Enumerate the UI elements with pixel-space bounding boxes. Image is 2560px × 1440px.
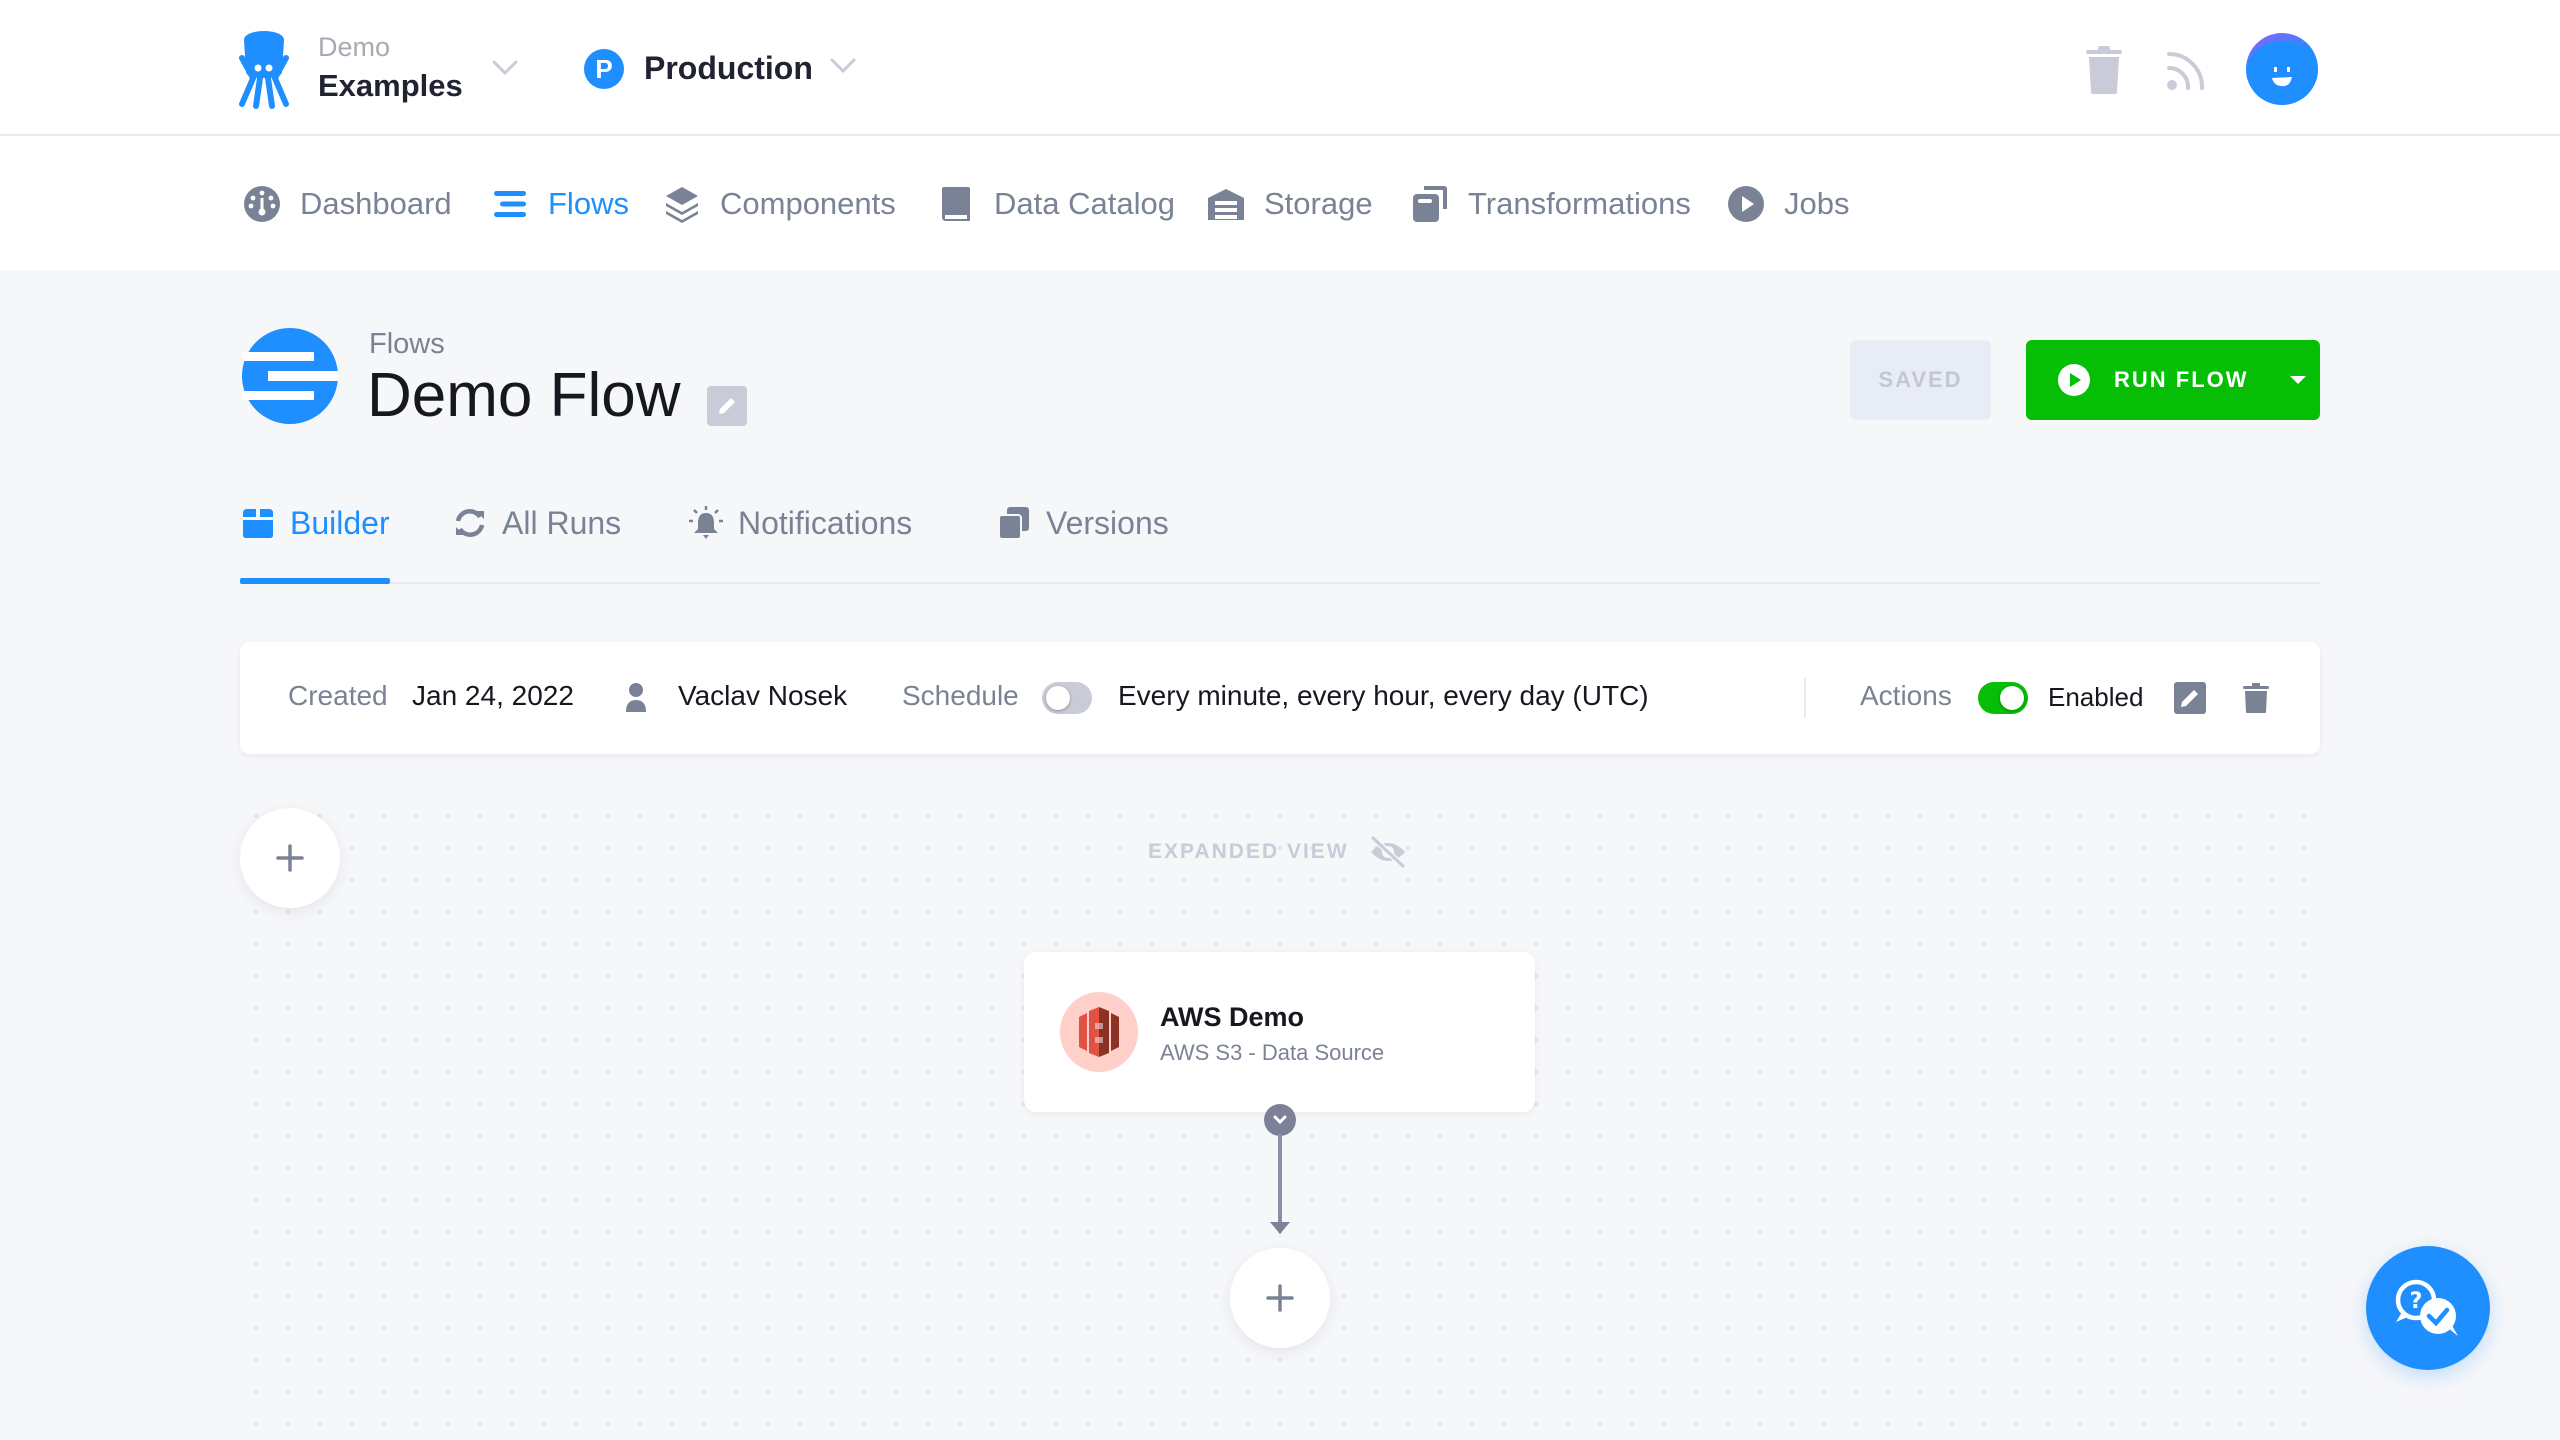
nav-label: Components — [720, 186, 896, 221]
nav-item-data-catalog[interactable]: Data Catalog — [936, 180, 1175, 228]
nav-label: Data Catalog — [994, 186, 1175, 221]
actions-label: Actions — [1860, 680, 1952, 711]
flow-node-card[interactable]: AWS Demo AWS S3 - Data Source — [1024, 952, 1535, 1112]
node-title: AWS Demo — [1160, 1002, 1305, 1032]
nav-item-flows[interactable]: Flows — [490, 180, 629, 228]
flows-bars-icon — [490, 184, 530, 224]
expanded-view-label: EXPANDED VIEW — [1148, 840, 1349, 863]
created-date: Jan 24, 2022 — [412, 680, 574, 711]
tab-label: Versions — [1046, 504, 1169, 541]
breadcrumb[interactable]: Flows — [369, 328, 445, 361]
nav-label: Dashboard — [300, 186, 452, 221]
flows-page-icon — [242, 328, 338, 424]
environment-name[interactable]: Production — [644, 50, 813, 87]
refresh-icon — [452, 505, 488, 541]
actions-enabled-toggle[interactable] — [1978, 682, 2028, 714]
nav-item-jobs[interactable]: Jobs — [1726, 180, 1849, 228]
created-label: Created — [288, 680, 388, 711]
layers-icon — [662, 184, 702, 224]
nav-label: Storage — [1264, 186, 1373, 221]
environment-chevron-down-icon[interactable] — [828, 56, 858, 76]
rss-icon[interactable] — [2164, 48, 2208, 94]
svg-text:?: ? — [2410, 1289, 2423, 1314]
nav-item-components[interactable]: Components — [662, 180, 896, 228]
run-flow-button[interactable]: RUN FLOW — [2026, 340, 2320, 420]
main-nav: Dashboard Flows Components Data Catalog … — [0, 136, 2560, 270]
nav-label: Flows — [548, 186, 629, 221]
pencil-icon — [719, 398, 735, 414]
nav-label: Jobs — [1784, 186, 1850, 221]
run-flow-dropdown-caret-icon[interactable] — [2290, 376, 2306, 384]
schedule-label: Schedule — [902, 680, 1019, 711]
user-icon — [624, 682, 648, 714]
bell-icon — [688, 505, 724, 541]
trash-icon — [2243, 683, 2269, 713]
question-answer-chat-icon: ? — [2395, 1279, 2458, 1336]
edit-title-button[interactable] — [707, 386, 747, 426]
node-subtitle: AWS S3 - Data Source — [1160, 1040, 1385, 1065]
book-icon — [936, 184, 976, 224]
help-chat-button[interactable]: ? — [2366, 1246, 2490, 1370]
versions-icon — [996, 505, 1032, 541]
tab-versions[interactable]: Versions — [996, 500, 1169, 546]
delete-flow-button[interactable] — [2242, 682, 2274, 714]
connector-arrow-icon — [1270, 1222, 1290, 1234]
nav-item-storage[interactable]: Storage — [1206, 180, 1373, 228]
node-expand-chevron-icon[interactable] — [1264, 1104, 1296, 1136]
plus-icon — [1266, 1284, 1294, 1312]
nav-item-dashboard[interactable]: Dashboard — [242, 180, 452, 228]
tab-notifications[interactable]: Notifications — [688, 500, 912, 546]
toggle-knob — [2000, 686, 2024, 710]
expanded-view-toggle[interactable]: EXPANDED VIEW — [1148, 836, 1407, 868]
user-avatar[interactable] — [2246, 33, 2318, 105]
edit-flow-button[interactable] — [2174, 682, 2206, 714]
nav-label: Transformations — [1468, 186, 1691, 221]
environment-badge[interactable]: P — [584, 49, 624, 89]
play-circle-icon — [1726, 184, 1766, 224]
avatar-face — [2246, 41, 2318, 105]
builder-icon — [240, 505, 276, 541]
schedule-toggle[interactable] — [1042, 682, 1092, 714]
tab-label: Builder — [290, 504, 390, 541]
nav-item-transformations[interactable]: Transformations — [1410, 180, 1691, 228]
aws-s3-icon — [1060, 992, 1138, 1072]
octopus-logo-icon[interactable] — [236, 26, 292, 110]
flow-tabs: Builder All Runs Notifications Versions — [240, 490, 2320, 584]
tab-label: All Runs — [502, 504, 622, 541]
tab-label: Notifications — [738, 504, 913, 541]
trash-icon[interactable] — [2084, 44, 2124, 96]
connector-line — [1278, 1134, 1282, 1226]
eye-slash-icon — [1370, 836, 1405, 868]
info-divider — [1804, 678, 1806, 718]
tab-builder[interactable]: Builder — [240, 500, 390, 546]
flow-info-bar: Created Jan 24, 2022 Vaclav Nosek Schedu… — [240, 642, 2320, 754]
dashboard-gauge-icon — [242, 184, 282, 224]
project-name[interactable]: Examples — [318, 68, 463, 104]
project-chevron-down-icon[interactable] — [490, 58, 520, 78]
plus-icon — [276, 844, 304, 872]
play-icon — [2058, 364, 2090, 396]
enabled-label: Enabled — [2048, 682, 2144, 712]
page-title: Demo Flow — [367, 361, 681, 430]
saved-button[interactable]: SAVED — [1850, 340, 1991, 420]
transformations-icon — [1410, 184, 1450, 224]
pencil-icon — [2174, 682, 2206, 714]
warehouse-icon — [1206, 184, 1246, 224]
tab-all-runs[interactable]: All Runs — [452, 500, 621, 546]
run-flow-label: RUN FLOW — [2114, 367, 2249, 392]
author-name: Vaclav Nosek — [678, 680, 848, 711]
schedule-value[interactable]: Every minute, every hour, every day (UTC… — [1118, 680, 1649, 712]
toggle-knob — [1046, 686, 1070, 710]
add-task-button[interactable] — [1230, 1248, 1330, 1348]
active-tab-indicator — [240, 578, 390, 584]
top-header: Demo Examples P Production — [0, 0, 2560, 136]
project-label: Demo — [318, 32, 391, 62]
add-phase-button[interactable] — [240, 808, 340, 908]
